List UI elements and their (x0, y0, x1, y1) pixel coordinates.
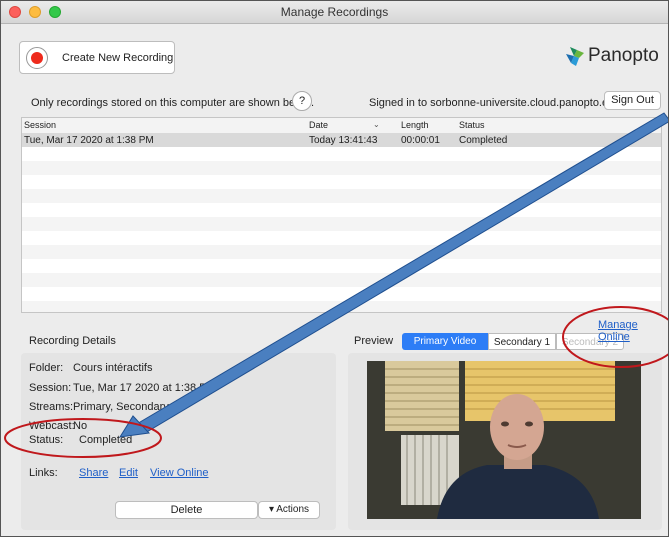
video-frame-image (367, 361, 641, 519)
sign-out-button[interactable]: Sign Out (604, 91, 661, 110)
manage-online-link[interactable]: Manage Online (598, 319, 668, 343)
empty-row (22, 161, 661, 175)
detail-value: Cours intéractifs (73, 362, 153, 374)
panopto-icon (566, 47, 584, 66)
minimize-window-button[interactable] (29, 6, 41, 18)
window-title: Manage Recordings (280, 5, 389, 19)
title-bar: Manage Recordings (1, 1, 668, 24)
local-recordings-note: Only recordings stored on this computer … (31, 97, 315, 109)
empty-row (22, 189, 661, 203)
zoom-window-button[interactable] (49, 6, 61, 18)
edit-link[interactable]: Edit (119, 467, 138, 479)
column-header-status[interactable]: Status (459, 120, 485, 130)
links-label: Links: (29, 467, 58, 479)
row-status: Completed (459, 135, 508, 146)
view-online-link[interactable]: View Online (150, 467, 209, 479)
column-header-length[interactable]: Length (401, 120, 429, 130)
help-button[interactable]: ? (292, 91, 312, 111)
panopto-logo: Panopto (564, 42, 664, 72)
tab-primary-video[interactable]: Primary Video (402, 333, 488, 350)
table-row[interactable]: Tue, Mar 17 2020 at 1:38 PM Today 13:41:… (22, 133, 661, 147)
tab-secondary-1[interactable]: Secondary 1 (488, 333, 556, 350)
empty-row (22, 301, 661, 312)
preview-heading: Preview (354, 335, 394, 347)
actions-label: Actions (276, 504, 310, 515)
detail-value: Primary, Secondary (73, 401, 169, 413)
row-date: Today 13:41:43 (309, 135, 378, 146)
detail-label: Session: (29, 382, 72, 394)
empty-row (22, 273, 661, 287)
row-length: 00:00:01 (401, 135, 440, 146)
detail-label: Status: (29, 434, 64, 446)
empty-row (22, 245, 661, 259)
detail-value: No (73, 420, 88, 432)
detail-value: Tue, Mar 17 2020 at 1:38 PM (73, 382, 216, 394)
signed-in-status: Signed in to sorbonne-universite.cloud.p… (369, 97, 615, 109)
share-link[interactable]: Share (79, 467, 108, 479)
record-icon (26, 47, 48, 69)
detail-label: Streams: (29, 401, 74, 413)
manage-recordings-window: Manage Recordings Create New Recording P… (0, 0, 669, 537)
close-window-button[interactable] (9, 6, 21, 18)
recording-details-heading: Recording Details (29, 335, 116, 347)
sort-descending-icon: ⌄ (373, 120, 380, 129)
column-header-date[interactable]: Date (309, 120, 328, 130)
row-session: Tue, Mar 17 2020 at 1:38 PM (24, 135, 154, 146)
recordings-table[interactable]: Session Date ⌄ Length Status Tue, Mar 17… (21, 117, 662, 313)
detail-label: Folder: (29, 362, 64, 374)
actions-dropdown[interactable]: ▾ Actions (258, 501, 320, 519)
brand-name: Panopto (588, 45, 659, 66)
detail-label: Webcast: (29, 420, 75, 432)
video-preview (367, 361, 641, 519)
column-header-session[interactable]: Session (24, 120, 56, 130)
empty-row (22, 217, 661, 231)
table-header: Session Date ⌄ Length Status (22, 118, 661, 134)
create-new-recording-button[interactable]: Create New Recording (19, 41, 175, 74)
create-new-recording-label: Create New Recording (62, 52, 174, 64)
detail-value: Completed (79, 434, 133, 446)
delete-button[interactable]: Delete (115, 501, 258, 519)
